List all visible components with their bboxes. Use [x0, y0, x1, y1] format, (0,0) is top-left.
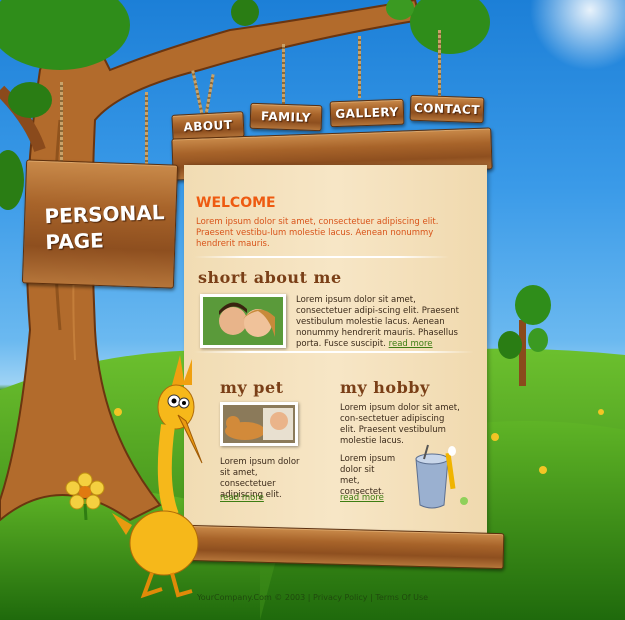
divider	[194, 256, 449, 258]
couple-photo-image	[203, 297, 283, 345]
about-text-body: Lorem ipsum dolor sit amet, consectetuer…	[296, 295, 460, 349]
personal-page-sign: PERSONAL PAGE	[21, 159, 179, 289]
pet-photo	[220, 402, 298, 446]
hobby-read-more[interactable]: read more	[340, 493, 384, 503]
about-text: Lorem ipsum dolor sit amet, consectetuer…	[296, 295, 468, 350]
about-read-more[interactable]: read more	[389, 339, 433, 349]
hobby-text1: Lorem ipsum dolor sit amet, con-sectetue…	[340, 403, 460, 446]
footer-separator: |	[307, 593, 311, 602]
pet-read-more[interactable]: read more	[220, 493, 264, 503]
terms-of-use-link[interactable]: Terms Of Use	[375, 593, 428, 602]
hobby-text2: Lorem ipsum dolor sit met, consectet.	[340, 454, 396, 497]
bird-icon	[112, 355, 203, 599]
content-paper: WELCOME Lorem ipsum dolor sit amet, cons…	[184, 165, 487, 537]
pet-photo-image	[223, 405, 295, 443]
bucket-icon	[415, 444, 468, 509]
welcome-title: WELCOME	[196, 195, 276, 211]
about-title: short about me	[198, 268, 342, 287]
privacy-policy-link[interactable]: Privacy Policy	[313, 593, 368, 602]
footer-copyright: YourCompany.Com © 2003	[196, 593, 306, 602]
footer: YourCompany.Com © 2003 | Privacy Policy …	[0, 593, 625, 602]
hobby-title: my hobby	[340, 378, 430, 397]
welcome-text: Lorem ipsum dolor sit amet, consectetuer…	[196, 217, 439, 249]
page-background: ABOUT FAMILY GALLERY CONTACT PERSONAL PA…	[0, 0, 625, 620]
sign-line1: PERSONAL	[44, 200, 165, 229]
nav-gallery[interactable]: GALLERY	[329, 98, 405, 128]
sign-line2: PAGE	[44, 228, 105, 255]
pet-title: my pet	[220, 378, 284, 397]
footer-separator: |	[370, 593, 373, 602]
nav-family[interactable]: FAMILY	[249, 102, 323, 132]
flower-icon	[65, 472, 105, 520]
nav-contact[interactable]: CONTACT	[409, 94, 485, 124]
couple-photo	[200, 294, 286, 348]
divider	[194, 351, 474, 353]
